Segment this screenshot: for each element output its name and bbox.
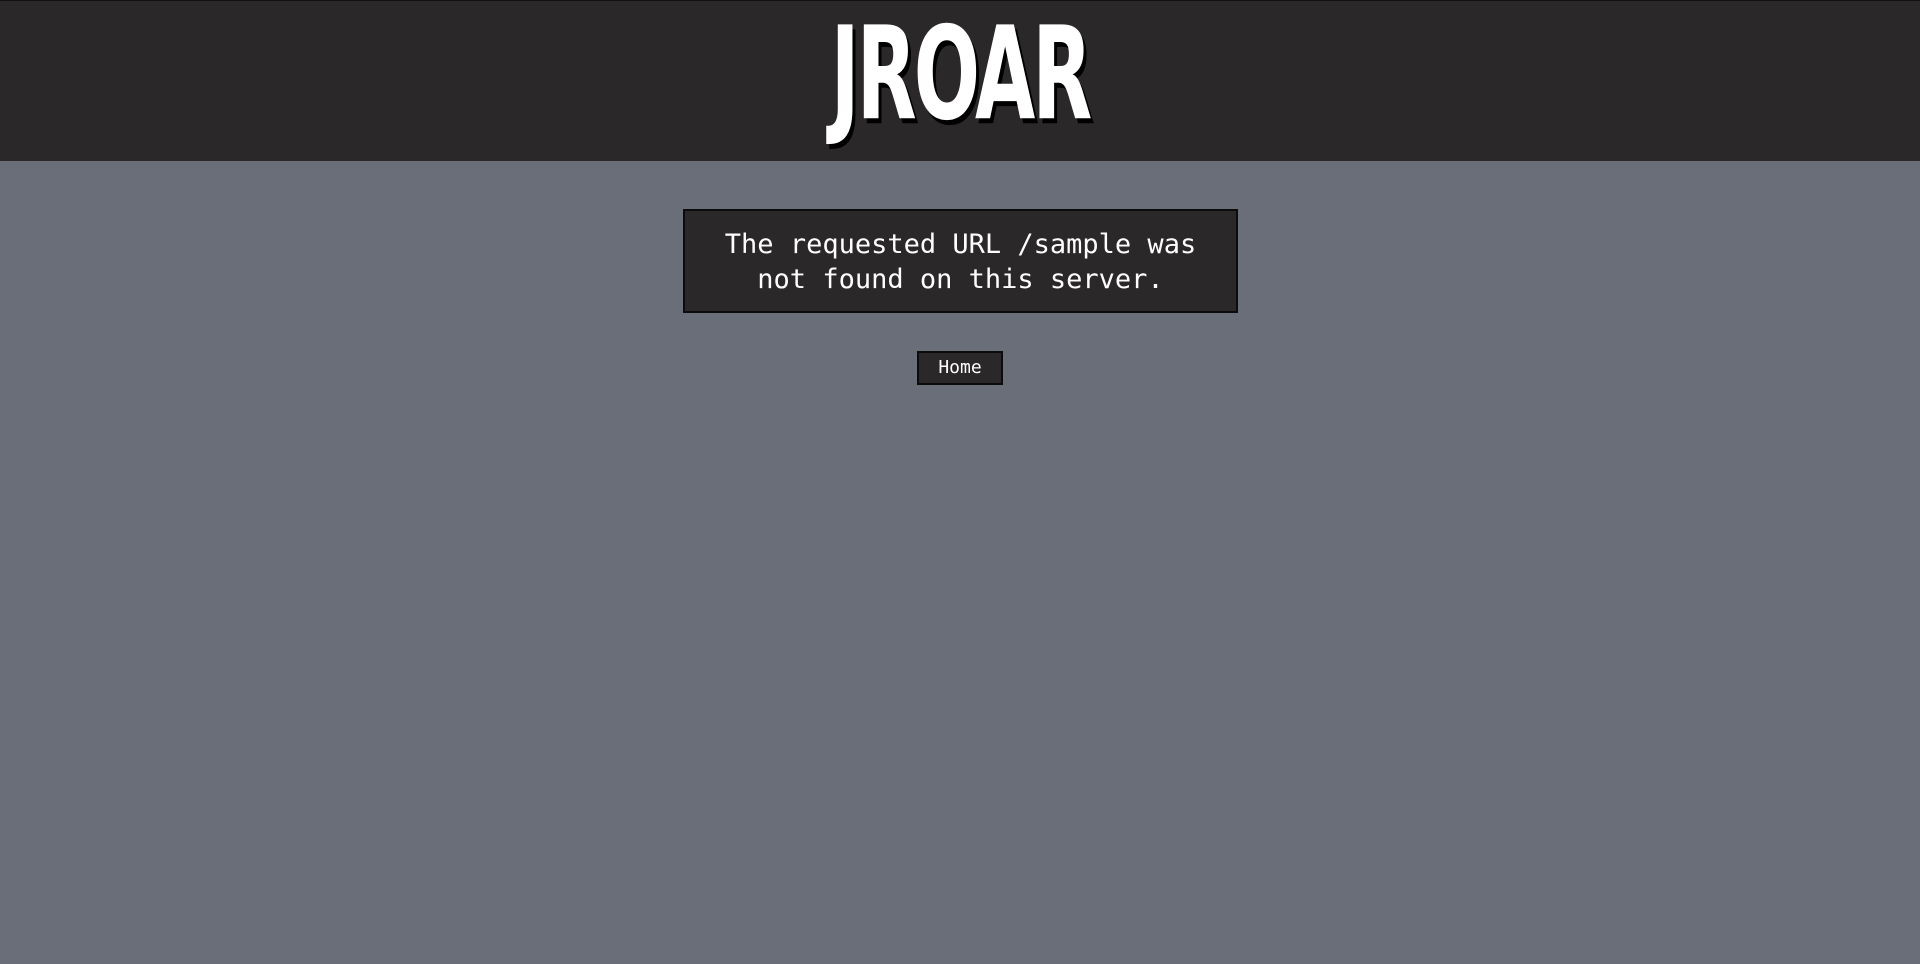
- error-message-text: The requested URL /sample was not found …: [724, 229, 1197, 295]
- site-header: JROAR: [0, 0, 1920, 161]
- site-logo[interactable]: JROAR: [831, 11, 1093, 140]
- error-message-box: The requested URL /sample was not found …: [683, 209, 1238, 313]
- home-button[interactable]: Home: [917, 351, 1003, 385]
